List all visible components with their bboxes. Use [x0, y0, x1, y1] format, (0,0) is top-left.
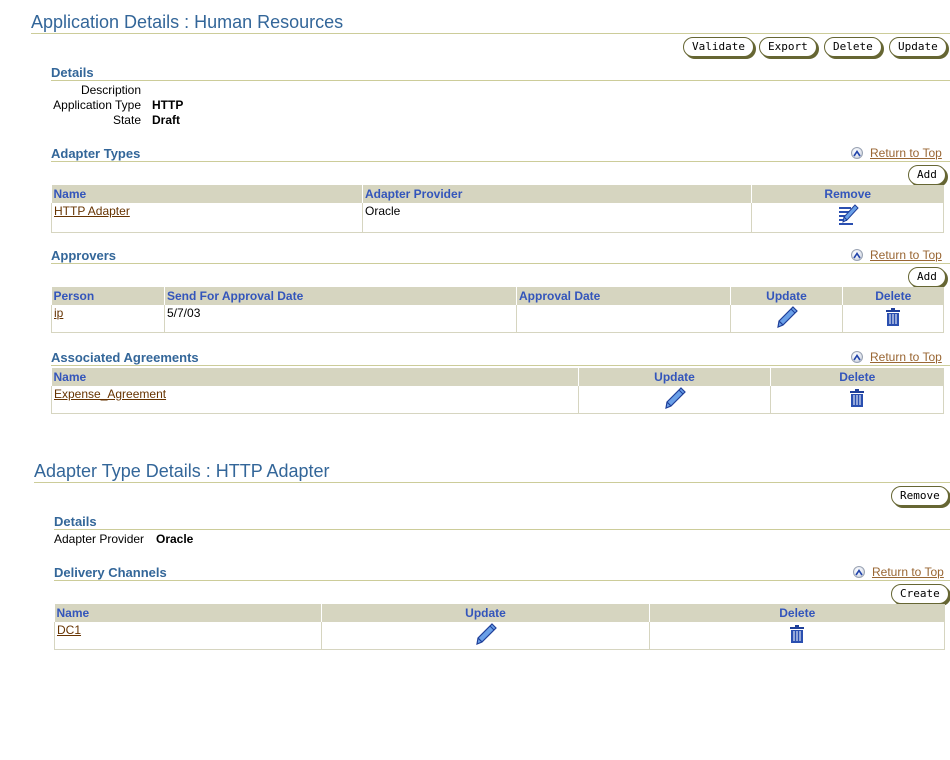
pencil-icon[interactable]	[776, 306, 798, 331]
application-type-label: Application Type	[53, 98, 141, 112]
return-to-top-link[interactable]: Return to Top	[870, 248, 942, 262]
trash-icon[interactable]	[789, 625, 805, 646]
approvers-heading: Approvers	[51, 248, 117, 263]
description-label: Description	[80, 83, 141, 97]
up-arrow-icon	[853, 566, 865, 578]
adapter-name-link[interactable]: HTTP Adapter	[54, 204, 130, 218]
add-adapter-type-button[interactable]: Add	[908, 165, 946, 185]
approvers-divider	[51, 263, 950, 264]
column-header-name: Name	[54, 604, 322, 622]
table-row: ip 5/7/03	[51, 305, 944, 333]
column-header-name: Name	[51, 368, 579, 386]
delivery-channels-heading: Delivery Channels	[54, 565, 167, 580]
table-row: DC1	[54, 622, 945, 650]
column-header-person: Person	[51, 287, 165, 305]
adapter-type-details-title: Adapter Type Details : HTTP Adapter	[34, 461, 330, 481]
agreements-divider	[51, 365, 950, 366]
delivery-channel-name-link[interactable]: DC1	[57, 623, 81, 637]
column-header-send-date: Send For Approval Date	[164, 287, 517, 305]
send-date-cell: 5/7/03	[164, 305, 517, 333]
column-header-delete: Delete	[842, 287, 944, 305]
column-header-update: Update	[321, 604, 650, 622]
update-button[interactable]: Update	[889, 37, 947, 57]
column-header-approval-date: Approval Date	[516, 287, 731, 305]
delivery-channels-divider	[54, 580, 950, 581]
column-header-remove: Remove	[751, 185, 944, 203]
details-divider	[54, 529, 950, 530]
adapter-provider-label: Adapter Provider	[54, 532, 145, 546]
pencil-icon[interactable]	[664, 387, 686, 412]
title-divider	[31, 33, 950, 34]
return-to-top-link[interactable]: Return to Top	[870, 350, 942, 364]
details-heading: Details	[51, 65, 94, 80]
remove-icon[interactable]	[837, 204, 859, 231]
adapter-types-heading: Adapter Types	[51, 146, 141, 161]
approver-person-link[interactable]: ip	[54, 306, 63, 320]
table-row: HTTP Adapter Oracle	[51, 203, 944, 233]
agreements-heading: Associated Agreements	[51, 350, 199, 365]
column-header-update: Update	[730, 287, 843, 305]
delivery-channels-table: Name Update Delete DC1	[54, 604, 945, 650]
pencil-icon[interactable]	[475, 623, 497, 648]
state-value: Draft	[152, 113, 181, 127]
return-to-top-link[interactable]: Return to Top	[870, 146, 942, 160]
table-row: Expense_Agreement	[51, 386, 944, 414]
details-heading: Details	[54, 514, 97, 529]
agreements-table: Name Update Delete Expense_Agreement	[51, 368, 944, 414]
title-divider	[34, 482, 950, 483]
export-button[interactable]: Export	[759, 37, 817, 57]
validate-button[interactable]: Validate	[683, 37, 754, 57]
trash-icon[interactable]	[885, 308, 901, 329]
adapter-provider-value: Oracle	[156, 532, 194, 546]
column-header-delete: Delete	[770, 368, 944, 386]
agreement-name-link[interactable]: Expense_Agreement	[54, 387, 166, 401]
return-to-top-agreements[interactable]: Return to Top	[851, 350, 942, 364]
trash-icon[interactable]	[849, 389, 865, 410]
page-title: Application Details : Human Resources	[31, 12, 344, 32]
state-label: State	[112, 113, 141, 127]
column-header-name: Name	[51, 185, 363, 203]
application-type-value: HTTP	[152, 98, 184, 112]
delete-button[interactable]: Delete	[824, 37, 882, 57]
up-arrow-icon	[851, 351, 863, 363]
column-header-update: Update	[578, 368, 771, 386]
column-header-adapter-provider: Adapter Provider	[362, 185, 752, 203]
up-arrow-icon	[851, 147, 863, 159]
return-to-top-approvers[interactable]: Return to Top	[851, 248, 942, 262]
approval-date-cell	[516, 305, 731, 333]
details-divider	[51, 80, 950, 81]
adapter-provider-cell: Oracle	[362, 203, 752, 233]
add-approver-button[interactable]: Add	[908, 267, 946, 287]
remove-adapter-button[interactable]: Remove	[891, 486, 949, 506]
approvers-table: Person Send For Approval Date Approval D…	[51, 287, 944, 333]
up-arrow-icon	[851, 249, 863, 261]
return-to-top-adapter-types[interactable]: Return to Top	[851, 146, 942, 160]
adapter-types-divider	[51, 161, 950, 162]
column-header-delete: Delete	[649, 604, 945, 622]
create-delivery-channel-button[interactable]: Create	[891, 584, 949, 604]
return-to-top-link[interactable]: Return to Top	[872, 565, 944, 579]
return-to-top-delivery-channels[interactable]: Return to Top	[853, 565, 944, 579]
adapter-types-table: Name Adapter Provider Remove HTTP Adapte…	[51, 185, 944, 233]
